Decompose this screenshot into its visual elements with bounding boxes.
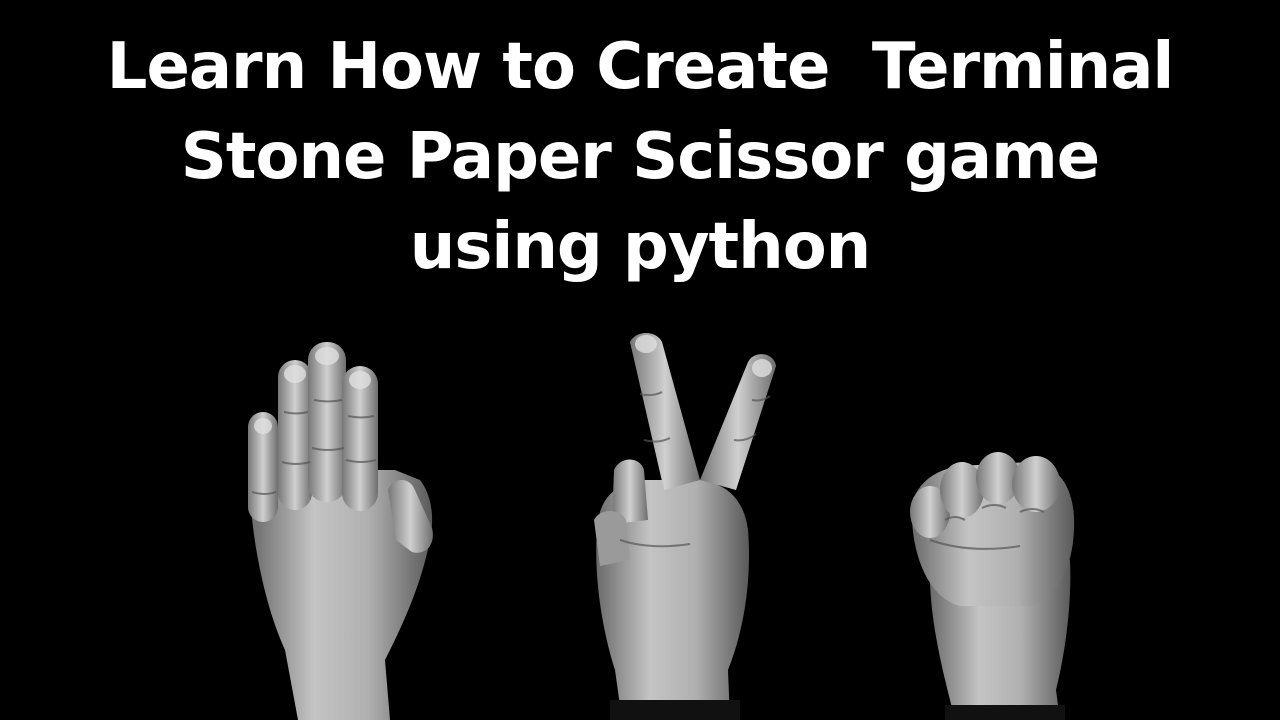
thumbnail-canvas: Learn How to Create Terminal Stone Paper… xyxy=(0,0,1280,720)
scissor-hand xyxy=(594,333,776,720)
hands-photo xyxy=(248,333,1075,720)
stone-hand xyxy=(910,452,1075,720)
paper-hand xyxy=(248,342,433,720)
